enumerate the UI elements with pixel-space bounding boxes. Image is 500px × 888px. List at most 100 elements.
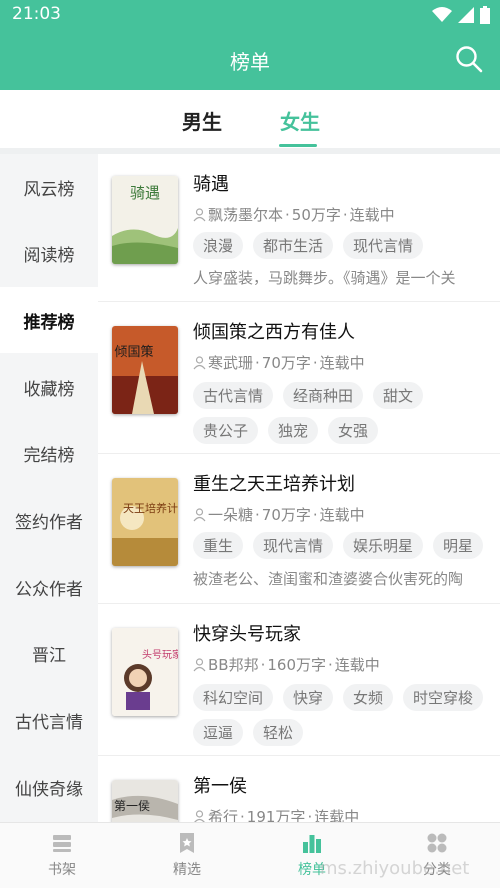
book-cover: 倾国策: [112, 326, 178, 414]
tab-male[interactable]: 男生: [182, 106, 222, 135]
watermark: ms.zhiyoube.net: [320, 858, 470, 879]
book-words: 191万字: [246, 808, 306, 822]
book-words: 70万字: [261, 354, 311, 372]
cover-title-text: 天王培养计划: [123, 501, 178, 515]
book-words: 50万字: [291, 206, 341, 224]
book-cover: 骑遇: [112, 176, 178, 264]
book-description: 人穿盛装，马跳舞步。《骑遇》是一个关: [193, 269, 456, 287]
book-meta: 一朵糖 · 70万字 · 连载中: [193, 504, 365, 525]
book-item[interactable]: 头号玩家 快穿头号玩家 BB邦邦 · 160万字 · 连载中 科幻空间 快穿 女…: [98, 604, 500, 756]
cover-title-text: 倾国策: [114, 344, 153, 360]
nav-label: 精选: [173, 862, 201, 878]
author-icon: [193, 657, 206, 671]
book-author: 寒武珊: [208, 354, 254, 372]
tag[interactable]: 科幻空间: [193, 684, 274, 711]
tag[interactable]: 独宠: [268, 417, 319, 444]
book-author: 一朵糖: [208, 506, 254, 524]
book-words: 160万字: [267, 656, 327, 674]
book-status: 连载中: [314, 808, 360, 822]
category-icon: [427, 833, 447, 853]
book-meta: 寒武珊 · 70万字 · 连载中: [193, 352, 365, 373]
sidebar-item-jinjiang[interactable]: 晋江: [0, 620, 98, 686]
page-title: 榜单: [230, 50, 270, 74]
book-item[interactable]: 天王培养计划 重生之天王培养计划 一朵糖 · 70万字 · 连载中 重生 现代言…: [98, 454, 500, 604]
tag[interactable]: 浪漫: [193, 232, 244, 259]
book-words: 70万字: [261, 506, 311, 524]
sidebar-item-reading[interactable]: 阅读榜: [0, 220, 98, 286]
wifi-icon: [432, 7, 452, 22]
book-title: 倾国策之西方有佳人: [193, 322, 355, 343]
book-item[interactable]: 第一侯 第一侯 希行 · 191万字 · 连载中: [98, 756, 500, 822]
tag[interactable]: 重生: [193, 532, 244, 559]
book-item[interactable]: 倾国策 倾国策之西方有佳人 寒武珊 · 70万字 · 连载中 古代言情 经商种田…: [98, 302, 500, 454]
gender-tabs: 男生 女生: [0, 90, 500, 148]
sidebar-item-xianxia[interactable]: 仙侠奇缘: [0, 754, 98, 820]
featured-icon: [180, 833, 194, 853]
book-title: 第一侯: [193, 776, 247, 797]
book-author: 希行: [208, 808, 239, 822]
sidebar-item-recommend[interactable]: 推荐榜: [0, 287, 98, 353]
book-cover: 头号玩家: [112, 628, 178, 716]
book-tags: 重生 现代言情 娱乐明星 明星: [193, 532, 500, 559]
cover-title-text: 头号玩家: [142, 648, 178, 661]
sidebar-item-ancient-romance[interactable]: 古代言情: [0, 687, 98, 753]
nav-featured[interactable]: 精选: [147, 831, 227, 879]
tag[interactable]: 甜文: [373, 382, 424, 409]
tag[interactable]: 古代言情: [193, 382, 274, 409]
book-meta: BB邦邦 · 160万字 · 连载中: [193, 654, 380, 675]
book-tags: 浪漫 都市生活 现代言情: [193, 232, 493, 259]
tag[interactable]: 都市生活: [253, 232, 334, 259]
tag[interactable]: 明星: [433, 532, 484, 559]
author-icon: [193, 507, 206, 521]
search-icon[interactable]: [454, 44, 484, 74]
cover-title-text: 骑遇: [130, 184, 160, 202]
tab-female[interactable]: 女生: [280, 106, 320, 135]
signal-icon: [458, 7, 474, 23]
tag[interactable]: 贵公子: [193, 417, 259, 444]
tag[interactable]: 轻松: [253, 719, 304, 746]
book-status: 连载中: [334, 656, 380, 674]
battery-icon: [480, 6, 490, 24]
tag[interactable]: 娱乐明星: [343, 532, 424, 559]
tag[interactable]: 时空穿梭: [403, 684, 484, 711]
book-description: 被渣老公、渣闺蜜和渣婆婆合伙害死的陶: [193, 570, 464, 588]
book-item[interactable]: 骑遇 骑遇 飘荡墨尔本 · 50万字 · 连载中 浪漫 都市生活 现代言情 人穿…: [98, 154, 500, 302]
sidebar-item-completed[interactable]: 完结榜: [0, 420, 98, 486]
nav-bookshelf[interactable]: 书架: [22, 831, 102, 879]
book-cover: 第一侯: [112, 780, 178, 822]
book-title: 骑遇: [193, 174, 229, 195]
tag[interactable]: 现代言情: [343, 232, 424, 259]
tag[interactable]: 逗逼: [193, 719, 244, 746]
book-title: 快穿头号玩家: [193, 624, 301, 645]
sidebar-item-fengyun[interactable]: 风云榜: [0, 154, 98, 220]
book-tags: 科幻空间 快穿 女频 时空穿梭 逗逼 轻松: [193, 684, 493, 746]
status-icons: [432, 6, 490, 24]
active-tab-indicator: [279, 144, 317, 147]
bookshelf-icon: [53, 835, 71, 852]
book-status: 连载中: [319, 354, 365, 372]
tag[interactable]: 快穿: [283, 684, 334, 711]
book-author: BB邦邦: [208, 656, 259, 674]
book-status: 连载中: [349, 206, 395, 224]
author-icon: [193, 809, 206, 822]
cover-title-text: 第一侯: [114, 799, 150, 813]
book-list: 骑遇 骑遇 飘荡墨尔本 · 50万字 · 连载中 浪漫 都市生活 现代言情 人穿…: [98, 154, 500, 822]
tag[interactable]: 经商种田: [283, 382, 364, 409]
sidebar-item-signed-authors[interactable]: 签约作者: [0, 487, 98, 553]
tag[interactable]: 女频: [343, 684, 394, 711]
book-status: 连载中: [319, 506, 365, 524]
status-time: 21:03: [12, 4, 61, 24]
book-tags: 古代言情 经商种田 甜文 贵公子 独宠 女强: [193, 382, 493, 444]
author-icon: [193, 207, 206, 221]
tag[interactable]: 现代言情: [253, 532, 334, 559]
book-meta: 希行 · 191万字 · 连载中: [193, 806, 359, 822]
book-title: 重生之天王培养计划: [193, 474, 355, 495]
book-cover: 天王培养计划: [112, 478, 178, 566]
nav-label: 书架: [48, 862, 76, 878]
book-meta: 飘荡墨尔本 · 50万字 · 连载中: [193, 204, 395, 225]
ranking-icon: [303, 835, 321, 853]
status-bar: 21:03: [0, 0, 500, 30]
tag[interactable]: 女强: [328, 417, 379, 444]
sidebar-item-favorites[interactable]: 收藏榜: [0, 354, 98, 420]
sidebar-item-public-authors[interactable]: 公众作者: [0, 554, 98, 620]
